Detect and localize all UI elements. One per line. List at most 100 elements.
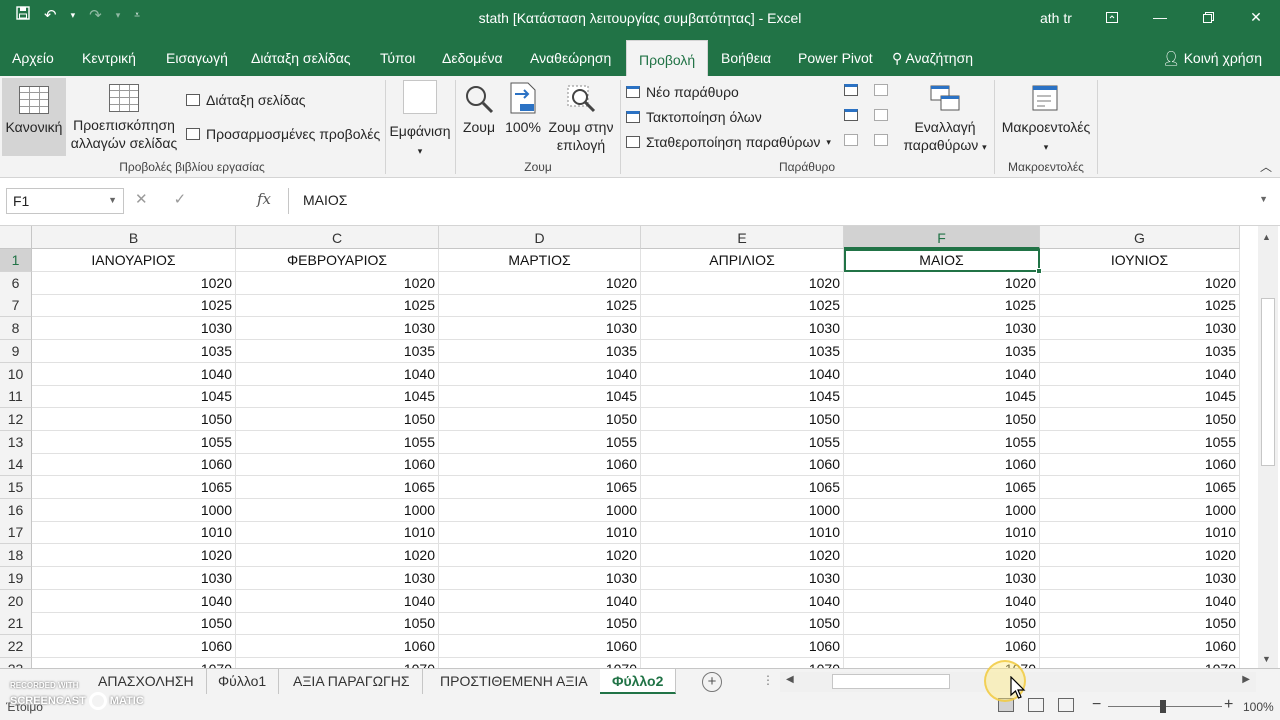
formula-input[interactable]: ΜΑΙΟΣ ▼ bbox=[288, 188, 1274, 214]
table-cell[interactable]: 1020 bbox=[236, 271, 439, 295]
table-cell[interactable]: 1025 bbox=[439, 294, 641, 318]
header-cell[interactable]: ΜΑΡΤΙΟΣ bbox=[439, 249, 641, 272]
row-header[interactable]: 16 bbox=[0, 498, 32, 522]
table-cell[interactable]: 1065 bbox=[1040, 476, 1240, 499]
table-cell[interactable]: 1055 bbox=[32, 430, 236, 454]
table-cell[interactable]: 1065 bbox=[641, 476, 844, 499]
view-side-by-side-icon[interactable] bbox=[874, 84, 888, 96]
row-header[interactable]: 12 bbox=[0, 407, 32, 431]
share-button[interactable]: 👤︎ Κοινή χρήση bbox=[1162, 38, 1262, 78]
table-cell[interactable]: 1055 bbox=[844, 430, 1040, 454]
split-icon[interactable] bbox=[844, 84, 858, 96]
tab-data[interactable]: Δεδομένα bbox=[442, 38, 503, 76]
table-cell[interactable]: 1000 bbox=[236, 498, 439, 522]
table-cell[interactable]: 1065 bbox=[236, 476, 439, 499]
table-cell[interactable]: 1060 bbox=[844, 634, 1040, 658]
row-header[interactable]: 11 bbox=[0, 385, 32, 409]
row-header[interactable]: 10 bbox=[0, 362, 32, 386]
table-cell[interactable]: 1020 bbox=[439, 271, 641, 295]
tab-page-layout[interactable]: Διάταξη σελίδας bbox=[251, 38, 351, 76]
table-cell[interactable]: 1010 bbox=[236, 521, 439, 545]
table-cell[interactable]: 1045 bbox=[844, 385, 1040, 409]
header-cell[interactable]: ΜΑΙΟΣ bbox=[844, 249, 1040, 272]
close-icon[interactable]: ✕ bbox=[1232, 0, 1280, 34]
zoom-level[interactable]: 100% bbox=[1243, 700, 1274, 714]
table-cell[interactable]: 1060 bbox=[844, 453, 1040, 477]
table-cell[interactable]: 1030 bbox=[439, 317, 641, 341]
table-cell[interactable]: 1055 bbox=[439, 430, 641, 454]
table-cell[interactable]: 1060 bbox=[439, 634, 641, 658]
table-cell[interactable]: 1070 bbox=[439, 657, 641, 668]
row-header[interactable]: 1 bbox=[0, 249, 32, 272]
table-cell[interactable]: 1070 bbox=[236, 657, 439, 668]
table-cell[interactable]: 1060 bbox=[32, 634, 236, 658]
table-cell[interactable]: 1070 bbox=[1040, 657, 1240, 668]
table-cell[interactable]: 1020 bbox=[1040, 544, 1240, 568]
table-cell[interactable]: 1040 bbox=[1040, 362, 1240, 386]
table-cell[interactable]: 1040 bbox=[32, 362, 236, 386]
column-header-f[interactable]: F bbox=[844, 226, 1040, 249]
table-cell[interactable]: 1060 bbox=[1040, 453, 1240, 477]
table-cell[interactable]: 1055 bbox=[1040, 430, 1240, 454]
table-cell[interactable]: 1055 bbox=[236, 430, 439, 454]
table-cell[interactable]: 1060 bbox=[439, 453, 641, 477]
table-cell[interactable]: 1060 bbox=[641, 453, 844, 477]
table-cell[interactable]: 1020 bbox=[844, 544, 1040, 568]
table-cell[interactable]: 1065 bbox=[32, 476, 236, 499]
table-cell[interactable]: 1040 bbox=[439, 589, 641, 613]
table-cell[interactable]: 1040 bbox=[641, 589, 844, 613]
tab-file[interactable]: Αρχείο bbox=[12, 38, 54, 76]
table-cell[interactable]: 1000 bbox=[641, 498, 844, 522]
table-cell[interactable]: 1030 bbox=[439, 566, 641, 590]
table-cell[interactable]: 1000 bbox=[439, 498, 641, 522]
tab-view[interactable]: Προβολή bbox=[626, 40, 709, 76]
normal-view-button[interactable]: Κανονική bbox=[2, 78, 66, 156]
column-header-d[interactable]: D bbox=[439, 226, 641, 249]
horizontal-scroll-thumb[interactable] bbox=[832, 674, 950, 689]
table-cell[interactable]: 1035 bbox=[641, 339, 844, 363]
zoom-in-icon[interactable]: + bbox=[1224, 696, 1233, 714]
table-cell[interactable]: 1055 bbox=[641, 430, 844, 454]
arrange-all-button[interactable]: Τακτοποίηση όλων bbox=[626, 109, 762, 125]
table-cell[interactable]: 1020 bbox=[32, 271, 236, 295]
row-header[interactable]: 8 bbox=[0, 317, 32, 341]
column-header-e[interactable]: E bbox=[641, 226, 844, 249]
row-header[interactable]: 17 bbox=[0, 521, 32, 545]
table-cell[interactable]: 1040 bbox=[641, 362, 844, 386]
row-header[interactable]: 13 bbox=[0, 430, 32, 454]
table-cell[interactable]: 1040 bbox=[844, 362, 1040, 386]
tab-review[interactable]: Αναθεώρηση bbox=[530, 38, 611, 76]
table-cell[interactable]: 1050 bbox=[844, 407, 1040, 431]
table-cell[interactable]: 1020 bbox=[1040, 271, 1240, 295]
table-cell[interactable]: 1045 bbox=[641, 385, 844, 409]
table-cell[interactable]: 1020 bbox=[32, 544, 236, 568]
scroll-left-icon[interactable]: ◀ bbox=[786, 674, 794, 685]
table-cell[interactable]: 1035 bbox=[844, 339, 1040, 363]
table-cell[interactable]: 1040 bbox=[439, 362, 641, 386]
table-cell[interactable]: 1050 bbox=[1040, 612, 1240, 636]
table-cell[interactable]: 1050 bbox=[1040, 407, 1240, 431]
table-cell[interactable]: 1035 bbox=[439, 339, 641, 363]
table-cell[interactable]: 1000 bbox=[844, 498, 1040, 522]
table-cell[interactable]: 1065 bbox=[844, 476, 1040, 499]
freeze-panes-button[interactable]: Σταθεροποίηση παραθύρων ▾ bbox=[626, 134, 831, 150]
header-cell[interactable]: ΙΑΝΟΥΑΡΙΟΣ bbox=[32, 249, 236, 272]
sheet-tab-fyllo2[interactable]: Φύλλο2 bbox=[600, 669, 677, 694]
table-cell[interactable]: 1020 bbox=[236, 544, 439, 568]
page-layout-shortcut-icon[interactable] bbox=[1028, 698, 1044, 712]
table-cell[interactable]: 1050 bbox=[844, 612, 1040, 636]
table-cell[interactable]: 1050 bbox=[236, 407, 439, 431]
table-cell[interactable]: 1050 bbox=[641, 612, 844, 636]
custom-views-button[interactable]: Προσαρμοσμένες προβολές bbox=[186, 126, 380, 142]
table-cell[interactable]: 1045 bbox=[236, 385, 439, 409]
scroll-up-icon[interactable]: ▲ bbox=[1262, 232, 1271, 242]
table-cell[interactable]: 1010 bbox=[1040, 521, 1240, 545]
zoom-100-button[interactable]: 100% bbox=[503, 82, 543, 136]
table-cell[interactable]: 1040 bbox=[844, 589, 1040, 613]
scroll-right-icon[interactable]: ▶ bbox=[1242, 674, 1250, 685]
table-cell[interactable]: 1030 bbox=[641, 566, 844, 590]
row-header[interactable]: 19 bbox=[0, 566, 32, 590]
column-header-g[interactable]: G bbox=[1040, 226, 1240, 249]
table-cell[interactable]: 1030 bbox=[641, 317, 844, 341]
table-cell[interactable]: 1050 bbox=[439, 407, 641, 431]
